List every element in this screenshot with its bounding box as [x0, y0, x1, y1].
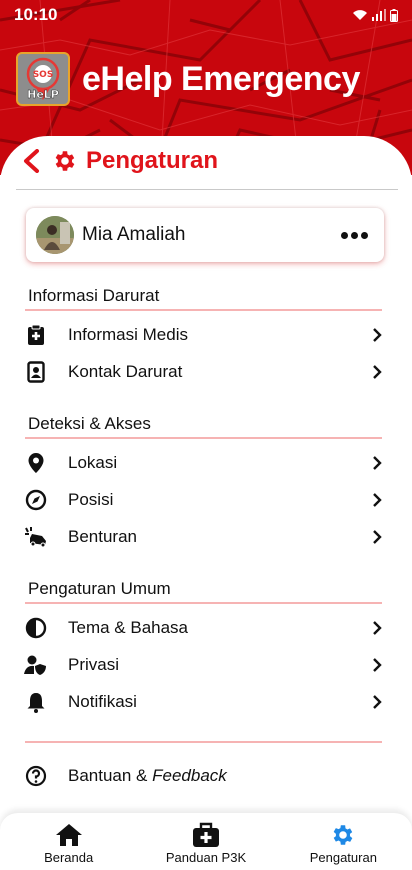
- wifi-icon: [353, 10, 367, 20]
- chevron-right-icon: [373, 695, 382, 709]
- menu-item-label: Bantuan & Feedback: [68, 766, 227, 785]
- menu-item-label: Tema & Bahasa: [68, 618, 189, 637]
- chevron-right-icon: [373, 328, 382, 342]
- compass-icon: [25, 489, 47, 511]
- section-divider: [25, 309, 382, 311]
- svg-text:HeLP: HeLP: [27, 88, 59, 101]
- signal-icon: [372, 9, 386, 21]
- menu-item-posisi[interactable]: Posisi: [24, 484, 384, 516]
- section-divider: [25, 741, 382, 743]
- chevron-left-icon: [24, 149, 39, 173]
- section-title-pengaturan-umum: Pengaturan Umum: [28, 579, 171, 598]
- menu-item-tema-bahasa[interactable]: Tema & Bahasa: [24, 612, 384, 644]
- nav-label: Panduan P3K: [165, 850, 247, 865]
- svg-text:SOS: SOS: [33, 70, 54, 80]
- page-header: Pengaturan: [22, 147, 218, 175]
- chevron-right-icon: [373, 658, 382, 672]
- nav-label: Pengaturan: [309, 850, 377, 865]
- chevron-right-icon: [373, 530, 382, 544]
- app-brand: SOS HeLP eHelp Emergency: [16, 52, 360, 106]
- menu-item-lokasi[interactable]: Lokasi: [24, 447, 384, 479]
- nav-item-panduan-p3k[interactable]: Panduan P3K: [137, 813, 274, 870]
- menu-item-kontak-darurat[interactable]: Kontak Darurat: [24, 356, 384, 388]
- status-time: 10:10: [14, 5, 58, 24]
- menu-item-label: Notifikasi: [68, 692, 137, 711]
- chevron-right-icon: [373, 365, 382, 379]
- theme-contrast-icon: [25, 617, 47, 639]
- bottom-navigation: Beranda Panduan P3K Pengaturan: [0, 812, 412, 870]
- header-divider: [16, 189, 398, 190]
- menu-item-label: Posisi: [68, 490, 114, 509]
- chevron-right-icon: [373, 493, 382, 507]
- section-title-deteksi-akses: Deteksi & Akses: [28, 414, 151, 433]
- page-title: Pengaturan: [86, 147, 219, 174]
- avatar: [36, 216, 74, 254]
- nav-item-beranda[interactable]: Beranda: [0, 813, 137, 870]
- gear-icon: [333, 825, 353, 845]
- status-bar: 10:10: [0, 0, 412, 30]
- profile-name: Mia Amaliah: [82, 224, 186, 245]
- status-icons: [352, 8, 398, 22]
- menu-item-privasi[interactable]: Privasi: [24, 649, 384, 681]
- section-title-informasi-darurat: Informasi Darurat: [28, 286, 160, 305]
- help-circle-icon: [25, 765, 47, 787]
- app-title: eHelp Emergency: [82, 59, 360, 98]
- menu-item-benturan[interactable]: Benturan: [24, 521, 384, 553]
- medical-clipboard-icon: [28, 324, 44, 345]
- menu-item-label: Benturan: [68, 527, 137, 546]
- gear-icon: [55, 151, 75, 171]
- contact-card-icon: [27, 361, 45, 383]
- menu-item-informasi-medis[interactable]: Informasi Medis: [24, 319, 384, 351]
- car-crash-icon: [25, 527, 46, 548]
- menu-item-label: Privasi: [68, 655, 120, 674]
- section-divider: [25, 437, 382, 439]
- menu-item-label: Informasi Medis: [68, 325, 188, 344]
- profile-card[interactable]: Mia Amaliah: [26, 208, 384, 262]
- menu-item-notifikasi[interactable]: Notifikasi: [24, 686, 384, 718]
- back-button[interactable]: [22, 148, 44, 174]
- menu-item-bantuan-feedback[interactable]: Bantuan & Feedback: [24, 760, 384, 792]
- nav-label: Beranda: [44, 850, 94, 865]
- location-pin-icon: [28, 453, 44, 473]
- more-options-button[interactable]: [335, 226, 374, 245]
- user-shield-icon: [24, 655, 46, 675]
- section-divider: [25, 602, 382, 604]
- first-aid-kit-icon: [192, 822, 219, 847]
- chevron-right-icon: [373, 456, 382, 470]
- nav-item-pengaturan[interactable]: Pengaturan: [275, 813, 412, 870]
- menu-item-label: Lokasi: [68, 453, 118, 472]
- bell-icon: [27, 693, 45, 713]
- chevron-right-icon: [373, 621, 382, 635]
- home-icon: [55, 824, 82, 846]
- app-logo: SOS HeLP: [16, 52, 70, 106]
- menu-item-label: Kontak Darurat: [68, 362, 183, 381]
- battery-icon: [390, 8, 398, 22]
